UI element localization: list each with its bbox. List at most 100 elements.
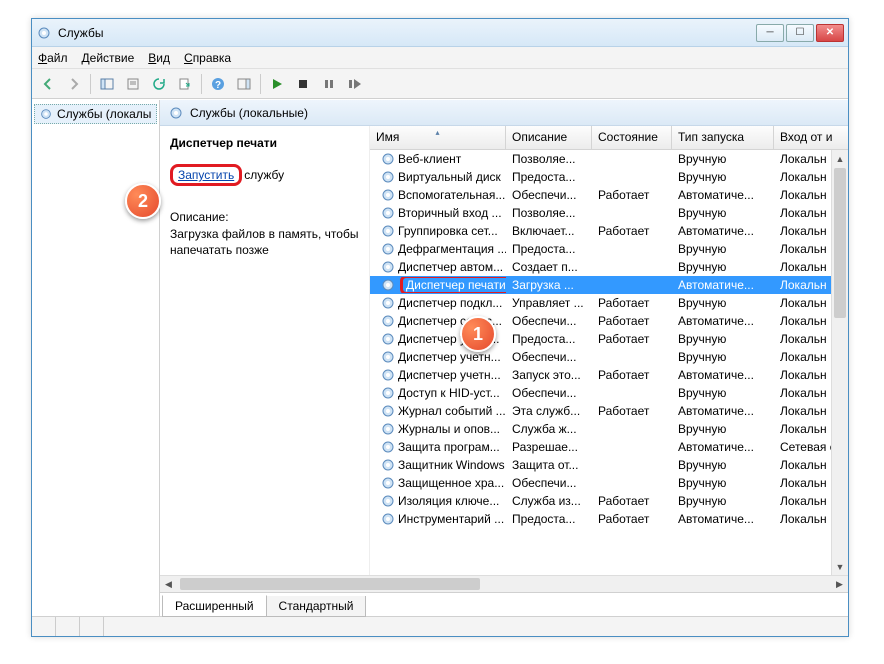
service-desc: Загрузка ...: [506, 278, 592, 292]
gear-icon: [380, 511, 396, 527]
col-name[interactable]: Имя: [370, 126, 506, 149]
table-row[interactable]: Диспетчер учетн...Запуск это...РаботаетА…: [370, 366, 848, 384]
table-row[interactable]: Веб-клиентПозволяе...ВручнуюЛокальн: [370, 150, 848, 168]
table-row[interactable]: Диспетчер удост...Предоста...РаботаетВру…: [370, 330, 848, 348]
service-desc: Управляет ...: [506, 296, 592, 310]
description-text: Загрузка файлов в память, чтобы напечата…: [170, 226, 361, 258]
start-service-rest: службу: [244, 168, 284, 182]
menu-help[interactable]: Справка: [184, 51, 231, 65]
gear-icon: [380, 493, 396, 509]
table-row[interactable]: Журнал событий ...Эта служб...РаботаетАв…: [370, 402, 848, 420]
service-state: Работает: [592, 494, 672, 508]
service-name: Диспетчер подкл...: [398, 296, 502, 310]
service-desc: Предоста...: [506, 332, 592, 346]
horizontal-scrollbar[interactable]: ◀ ▶: [160, 575, 848, 592]
service-desc: Обеспечи...: [506, 350, 592, 364]
table-row[interactable]: Защищенное хра...Обеспечи...ВручнуюЛокал…: [370, 474, 848, 492]
service-desc: Включает...: [506, 224, 592, 238]
service-name: Виртуальный диск: [398, 170, 501, 184]
export-button[interactable]: [173, 72, 197, 96]
service-start: Вручную: [672, 332, 774, 346]
column-headers: Имя Описание Состояние Тип запуска Вход …: [370, 126, 848, 150]
back-button[interactable]: [36, 72, 60, 96]
table-row[interactable]: Диспетчер сеанс...Обеспечи...РаботаетАвт…: [370, 312, 848, 330]
scroll-right-icon[interactable]: ▶: [831, 576, 848, 592]
tab-standard[interactable]: Стандартный: [266, 596, 367, 617]
table-row[interactable]: Изоляция ключе...Служба из...РаботаетВру…: [370, 492, 848, 510]
tree-root-label: Службы (локалы: [57, 107, 151, 121]
service-desc: Обеспечи...: [506, 476, 592, 490]
maximize-button[interactable]: ☐: [786, 24, 814, 42]
help-button[interactable]: ?: [206, 72, 230, 96]
table-row[interactable]: Доступ к HID-уст...Обеспечи...ВручнуюЛок…: [370, 384, 848, 402]
description-label: Описание:: [170, 210, 361, 224]
col-logon[interactable]: Вход от и: [774, 126, 836, 149]
table-row[interactable]: Диспетчер автом...Создает п...ВручнуюЛок…: [370, 258, 848, 276]
gear-icon: [380, 349, 396, 365]
service-logon: Локальн: [774, 494, 836, 508]
action-pane-button[interactable]: [232, 72, 256, 96]
tab-extended[interactable]: Расширенный: [162, 595, 267, 617]
service-desc: Эта служб...: [506, 404, 592, 418]
service-logon: Локальн: [774, 404, 836, 418]
table-row[interactable]: Защитник WindowsЗащита от...ВручнуюЛокал…: [370, 456, 848, 474]
vertical-scrollbar[interactable]: ▲ ▼: [831, 150, 848, 575]
close-button[interactable]: ✕: [816, 24, 844, 42]
refresh-button[interactable]: [147, 72, 171, 96]
table-row[interactable]: Журналы и опов...Служба ж...ВручнуюЛокал…: [370, 420, 848, 438]
table-row[interactable]: Диспетчер учетн...Обеспечи...ВручнуюЛока…: [370, 348, 848, 366]
gear-icon: [380, 223, 396, 239]
service-name: Диспетчер печати: [398, 278, 506, 292]
gear-icon: [380, 421, 396, 437]
start-service-link[interactable]: Запустить: [170, 164, 242, 186]
menu-action[interactable]: Действие: [82, 51, 135, 65]
table-row[interactable]: Вспомогательная...Обеспечи...РаботаетАвт…: [370, 186, 848, 204]
table-row[interactable]: Диспетчер подкл...Управляет ...РаботаетВ…: [370, 294, 848, 312]
service-state: Работает: [592, 512, 672, 526]
gear-icon: [380, 169, 396, 185]
service-desc: Создает п...: [506, 260, 592, 274]
gear-icon: [380, 205, 396, 221]
gear-icon: [380, 439, 396, 455]
service-name: Веб-клиент: [398, 152, 461, 166]
service-desc: Предоста...: [506, 512, 592, 526]
minimize-button[interactable]: ─: [756, 24, 784, 42]
start-service-button[interactable]: [265, 72, 289, 96]
service-desc: Обеспечи...: [506, 386, 592, 400]
service-start: Автоматиче...: [672, 368, 774, 382]
restart-service-button[interactable]: [343, 72, 367, 96]
menu-view[interactable]: Вид: [148, 51, 170, 65]
table-row[interactable]: Дефрагментация ...Предоста...ВручнуюЛока…: [370, 240, 848, 258]
table-row[interactable]: Защита програм...Разрешае...Автоматиче..…: [370, 438, 848, 456]
col-state[interactable]: Состояние: [592, 126, 672, 149]
table-row[interactable]: Виртуальный дискПредоста...ВручнуюЛокаль…: [370, 168, 848, 186]
service-name: Журнал событий ...: [398, 404, 506, 418]
scroll-thumb-h[interactable]: [180, 578, 480, 590]
table-row[interactable]: Вторичный вход ...Позволяе...ВручнуюЛока…: [370, 204, 848, 222]
scroll-thumb[interactable]: [834, 168, 846, 318]
service-desc: Позволяе...: [506, 206, 592, 220]
window-frame: Службы ─ ☐ ✕ Файл Действие Вид Справка ?: [31, 18, 849, 637]
table-row[interactable]: Инструментарий ...Предоста...РаботаетАвт…: [370, 510, 848, 528]
stop-service-button[interactable]: [291, 72, 315, 96]
tree-root-services[interactable]: Службы (локалы: [34, 104, 157, 124]
table-row[interactable]: Группировка сет...Включает...РаботаетАвт…: [370, 222, 848, 240]
scroll-left-icon[interactable]: ◀: [160, 576, 177, 592]
menu-file[interactable]: Файл: [38, 51, 68, 65]
callout-1: 1: [460, 316, 496, 352]
pause-service-button[interactable]: [317, 72, 341, 96]
service-state: Работает: [592, 332, 672, 346]
service-name: Диспетчер учетн...: [398, 350, 501, 364]
col-startup[interactable]: Тип запуска: [672, 126, 774, 149]
scroll-up-icon[interactable]: ▲: [832, 150, 848, 167]
col-description[interactable]: Описание: [506, 126, 592, 149]
scroll-down-icon[interactable]: ▼: [832, 558, 848, 575]
forward-button[interactable]: [62, 72, 86, 96]
service-desc: Разрешае...: [506, 440, 592, 454]
service-name: Диспетчер автом...: [398, 260, 503, 274]
service-start: Вручную: [672, 422, 774, 436]
properties-button[interactable]: [121, 72, 145, 96]
titlebar[interactable]: Службы ─ ☐ ✕: [32, 19, 848, 47]
table-row[interactable]: Диспетчер печатиЗагрузка ...Автоматиче..…: [370, 276, 848, 294]
show-hide-tree-button[interactable]: [95, 72, 119, 96]
